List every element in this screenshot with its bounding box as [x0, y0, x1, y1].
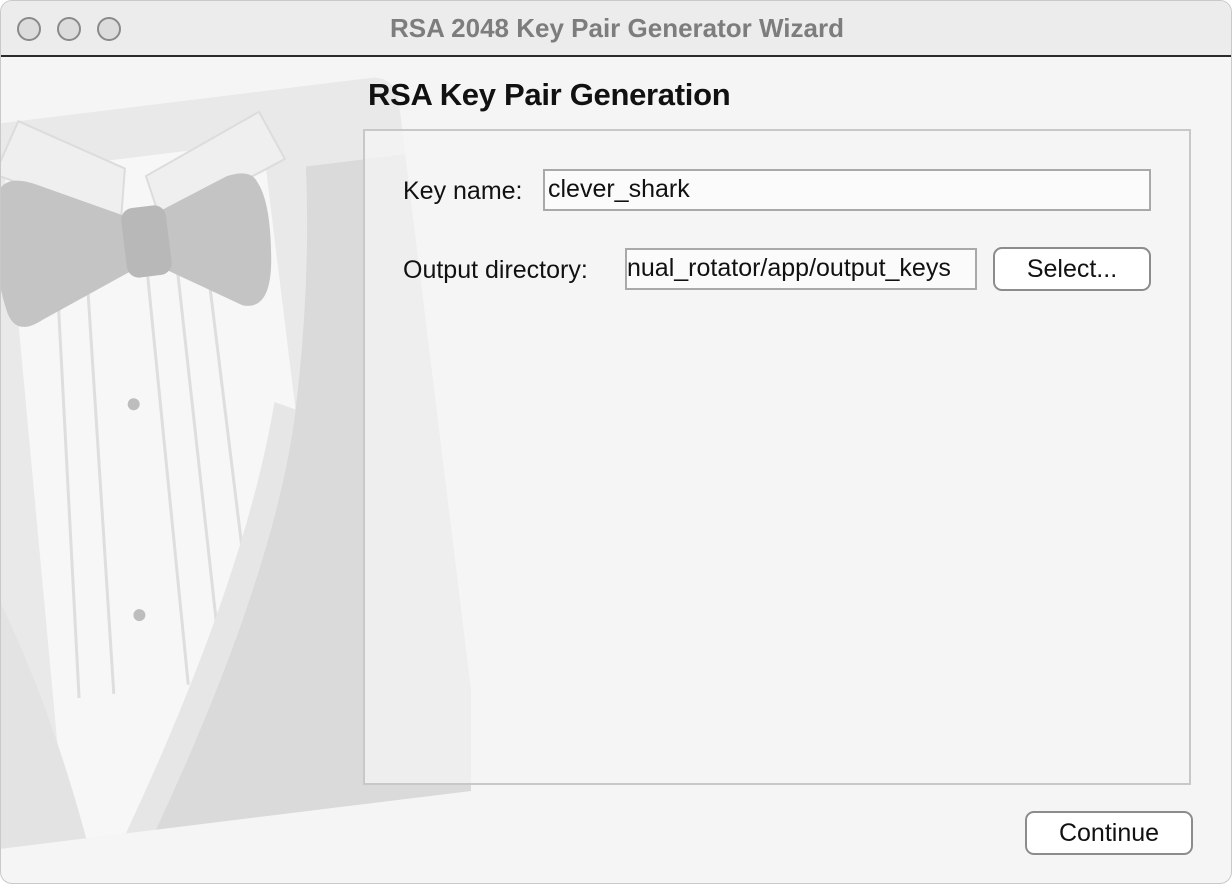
form-panel: Key name: clever_shark Output directory:…: [363, 129, 1191, 785]
title-bar[interactable]: RSA 2048 Key Pair Generator Wizard: [1, 1, 1231, 57]
page-heading: RSA Key Pair Generation: [368, 77, 731, 112]
output-directory-input[interactable]: nual_rotator/app/output_keys: [625, 248, 977, 290]
key-name-label: Key name:: [403, 177, 523, 205]
continue-button[interactable]: Continue: [1025, 811, 1193, 855]
output-directory-value: nual_rotator/app/output_keys: [627, 254, 951, 282]
wizard-window: RSA 2048 Key Pair Generator Wizard RSA K…: [0, 0, 1232, 884]
window-title: RSA 2048 Key Pair Generator Wizard: [390, 13, 844, 43]
output-directory-label: Output directory:: [403, 256, 588, 284]
key-name-input[interactable]: clever_shark: [543, 169, 1151, 211]
select-button[interactable]: Select...: [993, 247, 1151, 291]
